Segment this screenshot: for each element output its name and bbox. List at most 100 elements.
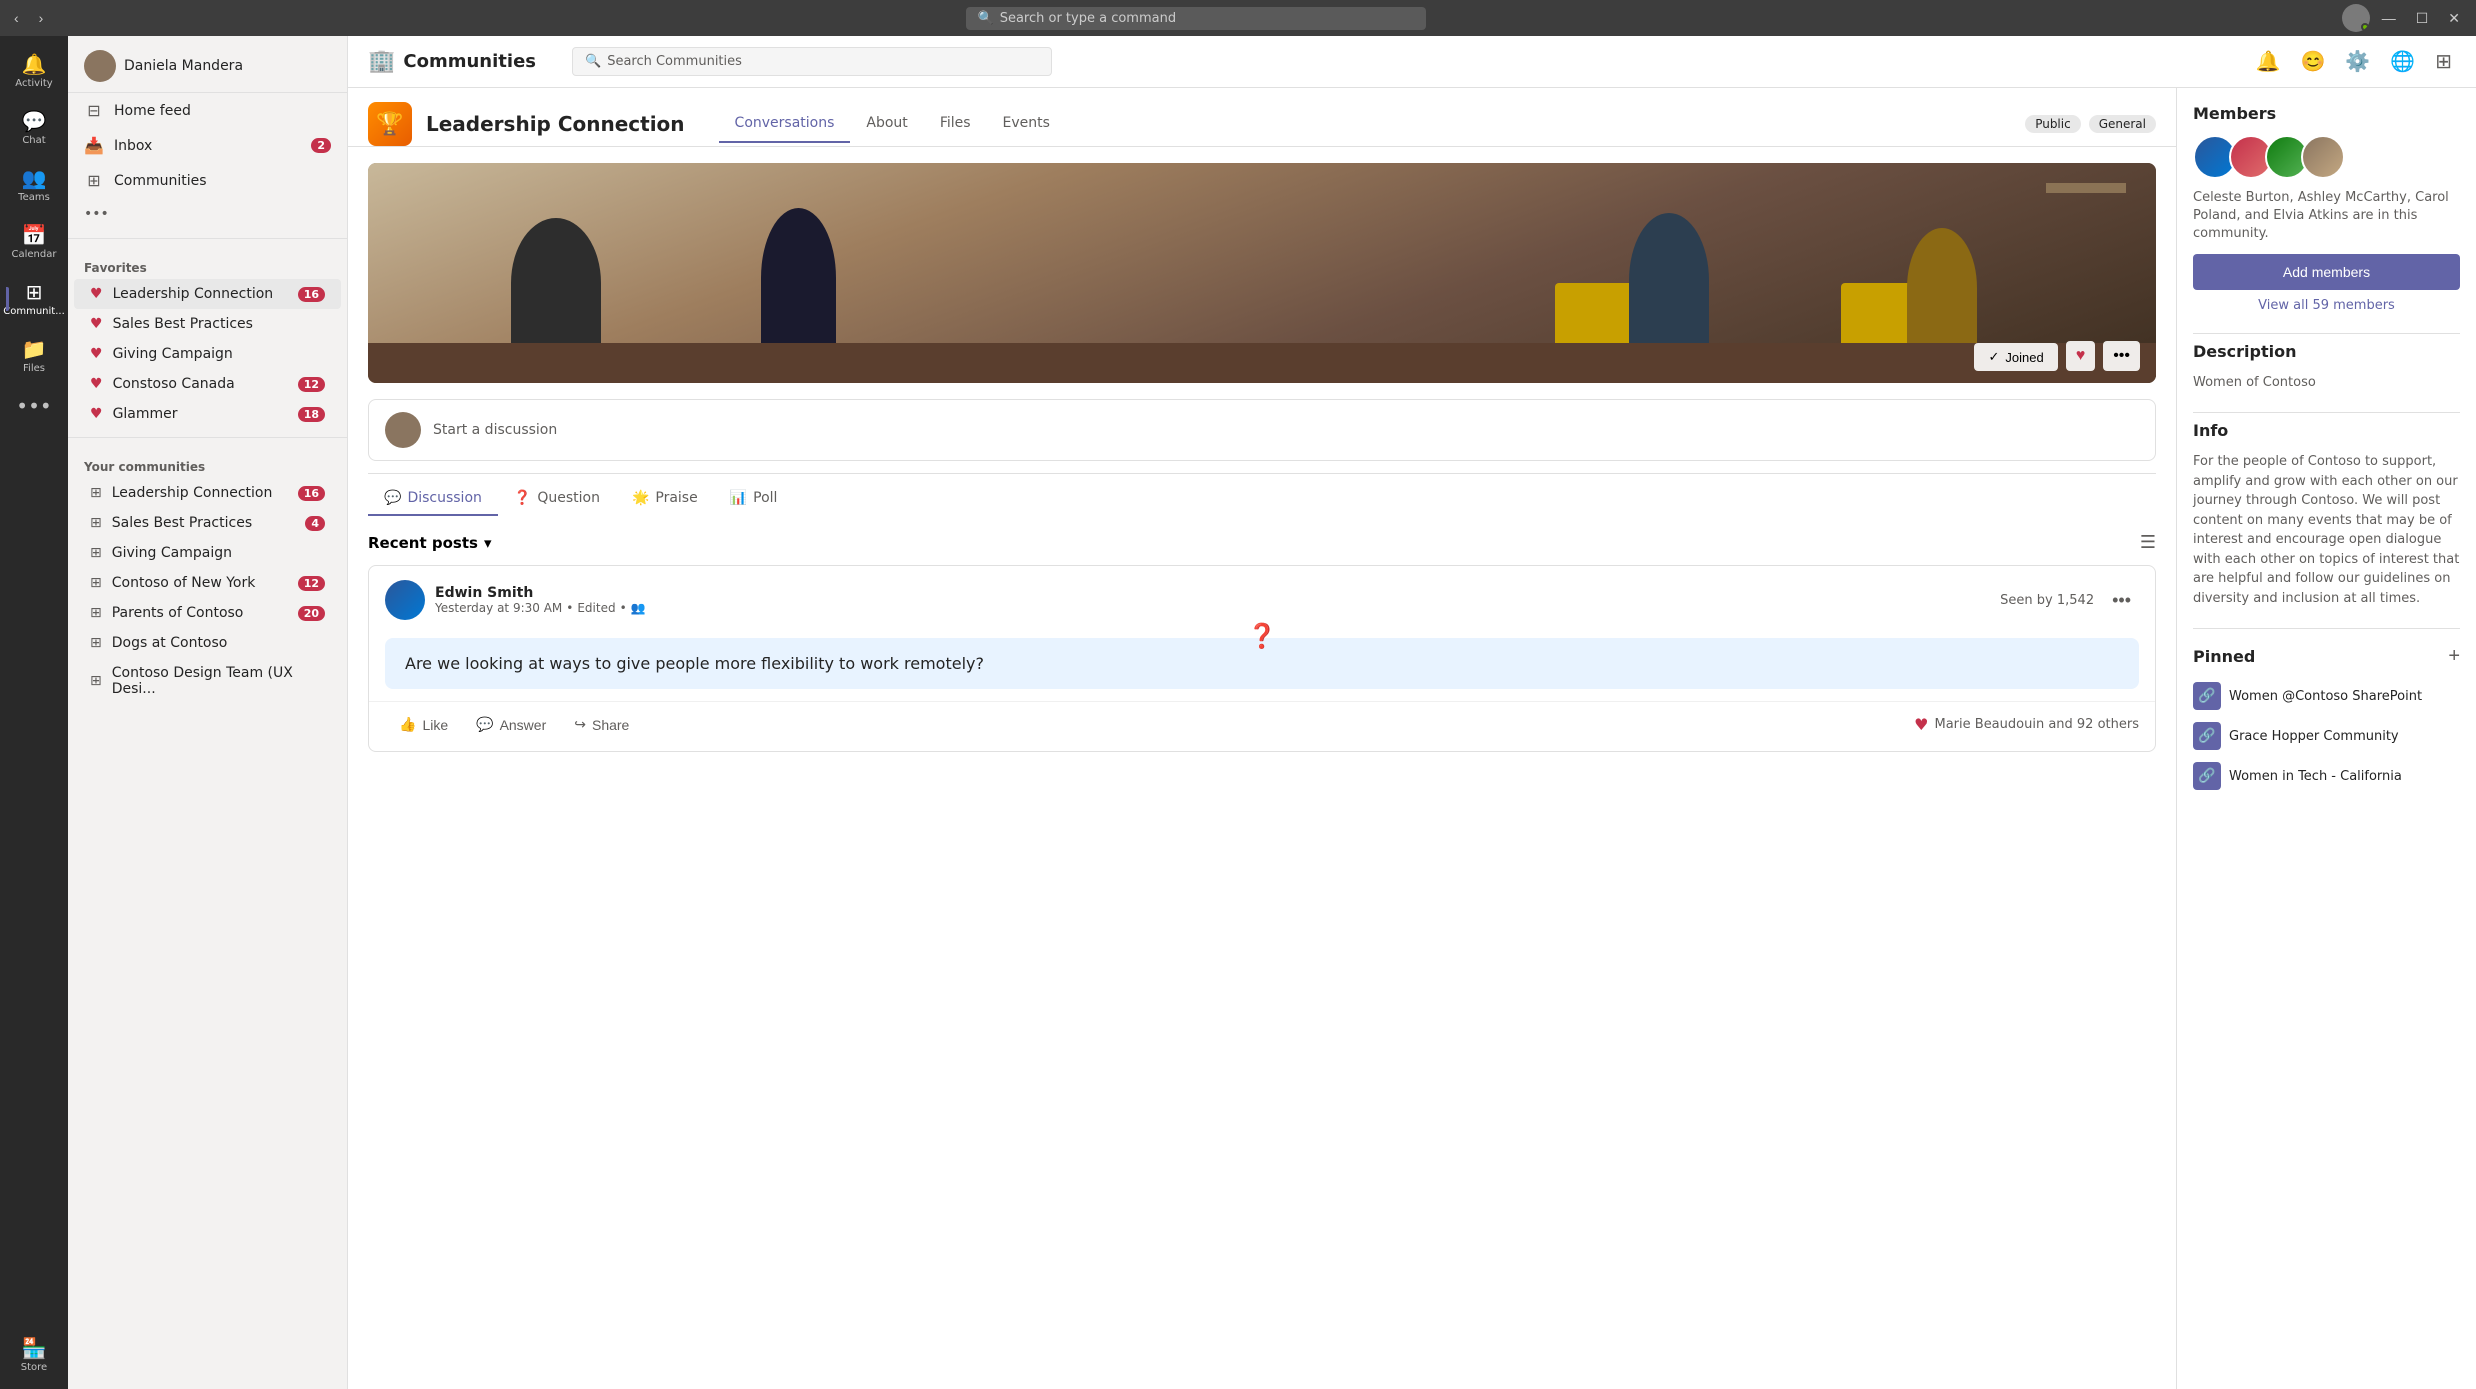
add-members-button[interactable]: Add members: [2193, 254, 2460, 290]
question-bubble: ❓ Are we looking at ways to give people …: [385, 638, 2139, 689]
minimize-button[interactable]: —: [2374, 4, 2404, 32]
sidebar-item-parents[interactable]: ⊞ Parents of Contoso 20: [74, 598, 341, 628]
post-type-praise[interactable]: 🌟 Praise: [616, 482, 714, 516]
wall-shelf: [2046, 183, 2126, 193]
joined-button[interactable]: ✓ Joined: [1974, 343, 2057, 371]
title-bar-search[interactable]: 🔍 Search or type a command: [966, 7, 1426, 30]
pinned-header: Pinned +: [2193, 645, 2460, 668]
view-all-members-link[interactable]: View all 59 members: [2193, 298, 2460, 313]
question-bubble-icon: ❓: [1247, 622, 1277, 650]
post-seen-count: Seen by 1,542: [2000, 593, 2094, 608]
post-edited-icon: •: [620, 601, 627, 615]
maximize-button[interactable]: ☐: [2408, 4, 2437, 32]
seen-by-text: Seen by 1,542: [2000, 593, 2094, 608]
globe-button[interactable]: 🌐: [2386, 45, 2419, 78]
rail-item-chat-label: Chat: [22, 135, 45, 146]
sidebar-more-button[interactable]: •••: [68, 198, 347, 230]
post-type-discussion[interactable]: 💬 Discussion: [368, 482, 498, 516]
pinned-item-women-tech[interactable]: 🔗 Women in Tech - California: [2193, 756, 2460, 796]
sidebar-item-design-team[interactable]: ⊞ Contoso Design Team (UX Desi...: [74, 658, 341, 704]
rail-item-calendar[interactable]: 📅 Calendar: [6, 215, 62, 268]
sidebar-item-sales-best-practices[interactable]: ♥ Sales Best Practices: [74, 309, 341, 339]
sidebar-item-gc-2[interactable]: ⊞ Giving Campaign: [74, 538, 341, 568]
question-label: Question: [537, 490, 600, 506]
sidebar-item-dogs[interactable]: ⊞ Dogs at Contoso: [74, 628, 341, 658]
title-bar: ‹ › 🔍 Search or type a command — ☐ ✕: [0, 0, 2476, 36]
forward-button[interactable]: ›: [33, 8, 50, 28]
tab-files[interactable]: Files: [924, 105, 987, 143]
rail-item-more[interactable]: •••: [6, 386, 62, 426]
grid-icon-2: ⊞: [90, 515, 102, 531]
app-shell: 🔔 Activity 💬 Chat 👥 Teams 📅 Calendar ⊞ C…: [0, 36, 2476, 1389]
user-avatar-titlebar[interactable]: [2342, 4, 2370, 32]
pinned-icon-1: 🔗: [2193, 682, 2221, 710]
sidebar-nav-home-feed[interactable]: ⊟ Home feed: [68, 93, 347, 128]
recent-posts-header: Recent posts ▾ ☰: [368, 532, 2156, 553]
sidebar-item-glammer[interactable]: ♥ Glammer 18: [74, 399, 341, 429]
share-icon: ↪: [574, 716, 586, 733]
favorite-button[interactable]: ♥: [2066, 341, 2096, 371]
share-label: Share: [592, 717, 629, 733]
store-icon: 🏪: [22, 1336, 47, 1360]
heart-icon-1: ♥: [90, 286, 103, 302]
more-options-button[interactable]: •••: [2103, 341, 2140, 371]
tab-events[interactable]: Events: [987, 105, 1066, 143]
back-button[interactable]: ‹: [8, 8, 25, 28]
parents-badge: 20: [298, 606, 325, 621]
inbox-badge: 2: [311, 138, 331, 153]
grid-app-button[interactable]: ⊞: [2431, 45, 2456, 78]
start-discussion-bar[interactable]: Start a discussion: [368, 399, 2156, 461]
rail-item-communities[interactable]: ⊞ Communit...: [6, 272, 62, 325]
rail-item-files[interactable]: 📁 Files: [6, 329, 62, 382]
discussion-label: Discussion: [407, 490, 481, 506]
sidebar-item-contoso-ny[interactable]: ⊞ Contoso of New York 12: [74, 568, 341, 598]
recent-posts-dropdown[interactable]: Recent posts ▾: [368, 534, 491, 552]
reaction-heart-icon: ♥: [1914, 715, 1928, 734]
members-section: Members Celeste Burton, Ashley McCarthy,…: [2193, 104, 2460, 313]
post-actions: 👍 Like 💬 Answer ↪ Share ♥: [369, 701, 2155, 751]
sidebar-item-giving-campaign[interactable]: ♥ Giving Campaign: [74, 339, 341, 369]
sidebar-user-avatar: [84, 50, 116, 82]
tab-conversations[interactable]: Conversations: [719, 105, 851, 143]
rail-item-activity[interactable]: 🔔 Activity: [6, 44, 62, 97]
sidebar-nav-inbox[interactable]: 📥 Inbox 2: [68, 128, 347, 163]
pinned-icon-3: 🔗: [2193, 762, 2221, 790]
like-button[interactable]: 👍 Like: [385, 710, 462, 739]
sidebar-item-sbp-2[interactable]: ⊞ Sales Best Practices 4: [74, 508, 341, 538]
share-button[interactable]: ↪ Share: [560, 710, 643, 739]
more-dots-icon: •••: [84, 206, 109, 222]
favorites-section-label: Favorites: [68, 247, 347, 279]
sidebar-nav-communities-label: Communities: [114, 173, 207, 189]
post-more-button[interactable]: •••: [2104, 586, 2139, 615]
filter-icon[interactable]: ☰: [2140, 532, 2156, 553]
sidebar-nav-communities[interactable]: ⊞ Communities: [68, 163, 347, 198]
rail-item-store[interactable]: 🏪 Store: [6, 1328, 62, 1381]
emoji-button[interactable]: 😊: [2297, 45, 2330, 78]
rail-item-teams[interactable]: 👥 Teams: [6, 158, 62, 211]
post-type-question[interactable]: ❓ Question: [498, 482, 616, 516]
post-type-poll[interactable]: 📊 Poll: [714, 482, 794, 516]
sidebar-item-constoso-canada[interactable]: ♥ Constoso Canada 12: [74, 369, 341, 399]
settings-button[interactable]: ⚙️: [2341, 45, 2374, 78]
rail-item-chat[interactable]: 💬 Chat: [6, 101, 62, 154]
title-bar-navigation: ‹ ›: [8, 8, 49, 28]
header-search[interactable]: 🔍 Search Communities: [572, 47, 1052, 76]
pinned-item-sharepoint[interactable]: 🔗 Women @Contoso SharePoint: [2193, 676, 2460, 716]
notification-bell-button[interactable]: 🔔: [2252, 45, 2285, 78]
tab-about[interactable]: About: [850, 105, 923, 143]
pinned-add-button[interactable]: +: [2448, 645, 2460, 668]
answer-button[interactable]: 💬 Answer: [462, 710, 560, 739]
close-button[interactable]: ✕: [2440, 4, 2468, 32]
sidebar-item-lc-2[interactable]: ⊞ Leadership Connection 16: [74, 478, 341, 508]
member-avatar-4: [2301, 135, 2345, 179]
grid-icon-7: ⊞: [90, 673, 102, 689]
online-status-dot: [2361, 23, 2369, 31]
question-icon: ❓: [514, 490, 531, 506]
like-icon: 👍: [399, 716, 416, 733]
post-header: Edwin Smith Yesterday at 9:30 AM • Edite…: [369, 566, 2155, 630]
sidebar-item-leadership-connection[interactable]: ♥ Leadership Connection 16: [74, 279, 341, 309]
discussion-icon: 💬: [384, 490, 401, 506]
reactions-text: Marie Beaudouin and 92 others: [1935, 717, 2140, 732]
description-title: Description: [2193, 342, 2460, 361]
pinned-item-grace-hopper[interactable]: 🔗 Grace Hopper Community: [2193, 716, 2460, 756]
